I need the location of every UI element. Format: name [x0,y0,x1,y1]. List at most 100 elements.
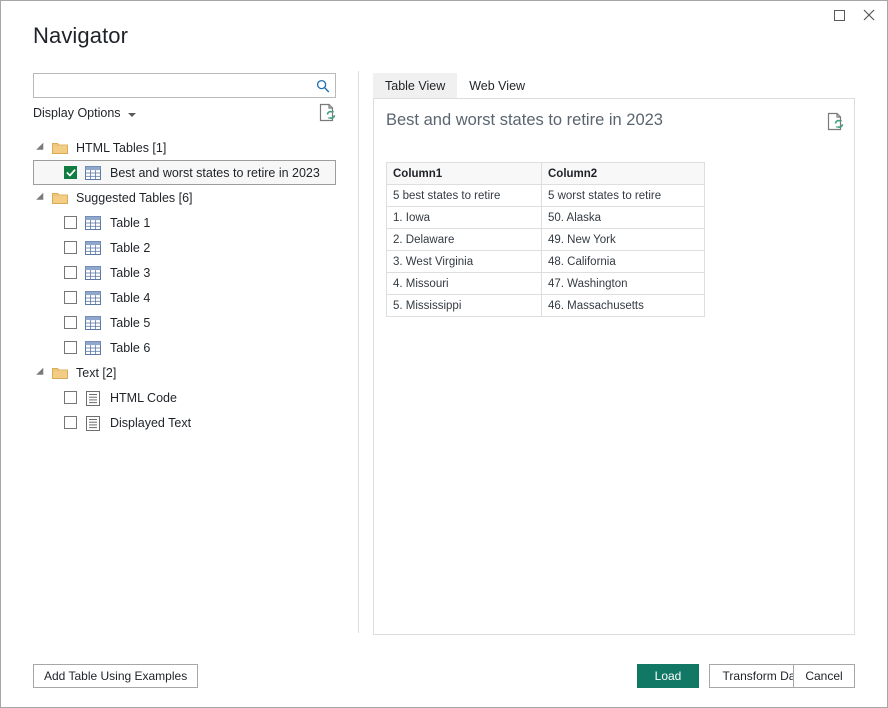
tree-item[interactable]: Table 5 [33,310,336,335]
expand-collapse-triangle-icon[interactable] [36,142,47,153]
tree-group-label: Suggested Tables [6] [76,191,193,205]
table-row: 1. Iowa50. Alaska [387,207,705,229]
preview-title: Best and worst states to retire in 2023 [386,111,663,130]
tree-item[interactable]: HTML Code [33,385,336,410]
search-icon[interactable] [311,79,335,93]
table-cell: 47. Washington [542,273,705,295]
left-pane: Display Options HTML Tables [1] Best and … [33,73,336,633]
tree-group-1[interactable]: HTML Tables [1] [33,135,336,160]
tree-item[interactable]: Table 6 [33,335,336,360]
display-options-row: Display Options [33,106,336,128]
checkbox-unchecked[interactable] [64,291,77,304]
search-input[interactable] [34,75,311,96]
table-column-header: Column2 [542,163,705,185]
expand-collapse-triangle-icon[interactable] [36,192,47,203]
cancel-button[interactable]: Cancel [793,664,855,688]
tree-item-label: Table 1 [110,216,150,230]
checkbox-unchecked[interactable] [64,266,77,279]
checkbox-unchecked[interactable] [64,316,77,329]
folder-icon [52,366,68,379]
title-bar [1,1,887,29]
checkbox-unchecked[interactable] [64,391,77,404]
refresh-preview-icon[interactable] [319,103,336,127]
table-row: 4. Missouri47. Washington [387,273,705,295]
chevron-down-icon [128,113,136,117]
tree-group-3[interactable]: Text [2] [33,360,336,385]
table-icon [85,291,101,305]
tree-item-label: HTML Code [110,391,177,405]
load-button[interactable]: Load [637,664,699,688]
tree-item-label: Best and worst states to retire in 2023 [110,166,320,180]
tree-group-label: Text [2] [76,366,116,380]
table-cell: 50. Alaska [542,207,705,229]
tree-item-label: Table 5 [110,316,150,330]
table-cell: 5. Mississippi [387,295,542,317]
table-icon [85,216,101,230]
tree-item[interactable]: Best and worst states to retire in 2023 [33,160,336,185]
tree-item[interactable]: Table 4 [33,285,336,310]
navigator-dialog: Navigator Display Options [0,0,888,708]
maximize-button[interactable] [825,1,854,29]
maximize-icon [834,10,845,21]
table-row: 5. Mississippi46. Massachusetts [387,295,705,317]
table-cell: 49. New York [542,229,705,251]
preview-table: Column1Column2 5 best states to retire5 … [386,162,705,317]
tree-item[interactable]: Table 1 [33,210,336,235]
checkbox-unchecked[interactable] [64,341,77,354]
display-options-button[interactable]: Display Options [33,106,136,120]
table-icon [85,316,101,330]
tree-item-label: Table 2 [110,241,150,255]
table-icon [85,241,101,255]
checkbox-unchecked[interactable] [64,416,77,429]
table-cell: 2. Delaware [387,229,542,251]
checkbox-unchecked[interactable] [64,216,77,229]
preview-container: Best and worst states to retire in 2023 … [373,98,855,635]
table-cell: 4. Missouri [387,273,542,295]
table-body: 5 best states to retire5 worst states to… [387,185,705,317]
tab-web-view[interactable]: Web View [457,73,537,98]
table-cell: 5 worst states to retire [542,185,705,207]
table-header-row: Column1Column2 [387,163,705,185]
table-icon [85,266,101,280]
display-options-label: Display Options [33,106,121,120]
close-button[interactable] [854,1,883,29]
preview-pane: Table ViewWeb View Best and worst states… [373,73,855,635]
table-column-header: Column1 [387,163,542,185]
tree-group-label: HTML Tables [1] [76,141,166,155]
folder-icon [52,141,68,154]
table-cell: 46. Massachusetts [542,295,705,317]
navigator-tree[interactable]: HTML Tables [1] Best and worst states to … [33,135,336,633]
tab-table-view[interactable]: Table View [373,73,457,98]
tree-item-label: Table 4 [110,291,150,305]
checkbox-checked[interactable] [64,166,77,179]
close-icon [863,9,875,21]
tree-item[interactable]: Table 2 [33,235,336,260]
table-cell: 48. California [542,251,705,273]
document-text-icon [85,391,101,405]
folder-icon [52,191,68,204]
preview-tabs[interactable]: Table ViewWeb View [373,73,537,98]
table-row: 3. West Virginia48. California [387,251,705,273]
page-title: Navigator [33,23,128,49]
table-cell: 5 best states to retire [387,185,542,207]
add-table-using-examples-button[interactable]: Add Table Using Examples [33,664,198,688]
table-icon [85,166,101,180]
tree-item-label: Table 3 [110,266,150,280]
document-text-icon [85,416,101,430]
tree-item-label: Displayed Text [110,416,191,430]
search-box[interactable] [33,73,336,98]
checkbox-unchecked[interactable] [64,241,77,254]
table-cell: 1. Iowa [387,207,542,229]
refresh-preview-icon[interactable] [827,112,844,136]
dialog-footer: Add Table Using Examples Load Transform … [1,649,887,707]
tree-item[interactable]: Displayed Text [33,410,336,435]
table-icon [85,341,101,355]
table-row: 5 best states to retire5 worst states to… [387,185,705,207]
tree-item-label: Table 6 [110,341,150,355]
tree-group-2[interactable]: Suggested Tables [6] [33,185,336,210]
table-row: 2. Delaware49. New York [387,229,705,251]
table-cell: 3. West Virginia [387,251,542,273]
pane-divider [358,71,359,633]
expand-collapse-triangle-icon[interactable] [36,367,47,378]
tree-item[interactable]: Table 3 [33,260,336,285]
